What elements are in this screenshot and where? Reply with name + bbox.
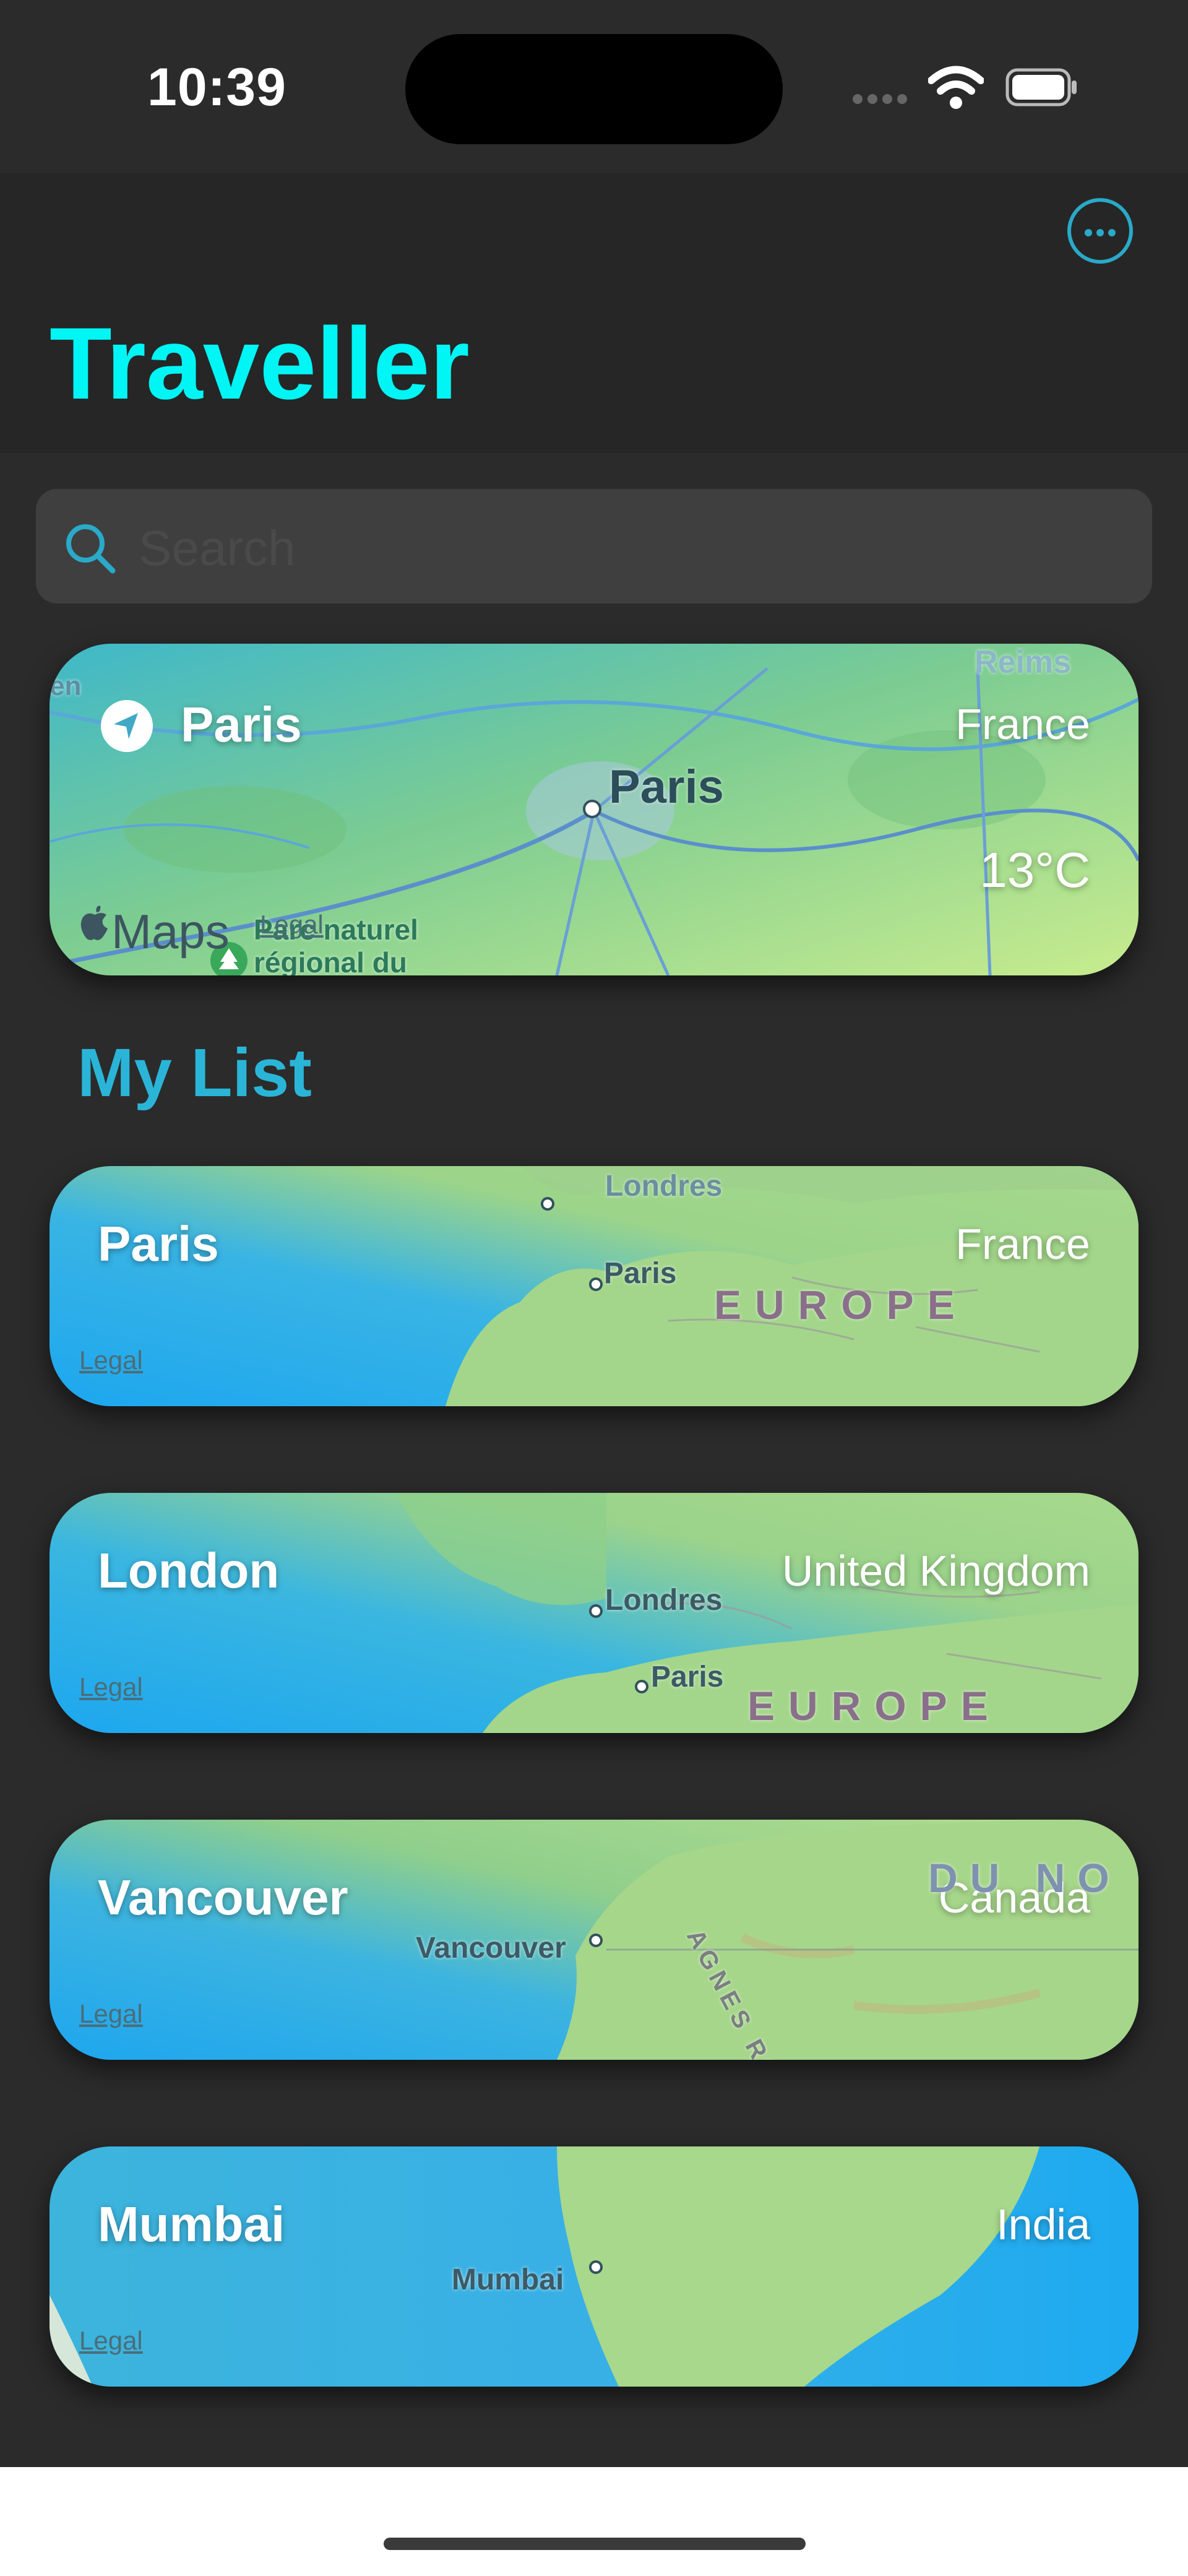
map-label: Mumbai [452,2263,564,2296]
map-pin [541,1197,554,1211]
map-label-paris: Paris [609,761,724,813]
wifi-icon [928,66,984,109]
list-item-country: France [955,1220,1090,1268]
list-item[interactable]: Vancouver Canada Vancouver DU NO AGNES R… [50,1820,1138,2060]
map-label-park-line2: régional du [254,946,407,975]
status-time: 10:39 [147,58,286,117]
cellular-signal-icon [853,94,912,107]
map-pin [583,800,601,818]
map-pin [635,1680,648,1693]
map-label: EUROPE [747,1683,1002,1729]
map-label: Vancouver [416,1932,566,1964]
list-item-country: United Kingdom [781,1547,1090,1595]
section-title-my-list: My List [77,1035,312,1111]
legal-link[interactable]: Legal [79,1672,143,1702]
list-item[interactable]: Mumbai India Mumbai Legal [50,2146,1138,2387]
more-options-button[interactable] [1067,198,1133,264]
home-indicator-area [0,2467,1188,2576]
current-location-card[interactable]: Paris France 13°C Paris Reims en Parc na… [50,644,1138,975]
map-label: Londres [605,1584,723,1617]
dynamic-island [405,34,783,144]
list-item-city: Mumbai [98,2197,285,2252]
search-icon [66,524,116,574]
map-pin [589,1934,603,1947]
list-item[interactable]: Paris France Londres Paris EUROPE Legal [50,1166,1138,1406]
page-title: Traveller [50,306,470,420]
maps-attribution: Maps [111,904,230,959]
list-item-city: Paris [98,1216,219,1271]
search-input[interactable] [137,517,1099,580]
map-pin [589,1604,603,1618]
list-item-country: India [996,2200,1090,2249]
map-label-en: en [50,671,82,701]
map-label: Paris [604,1257,677,1290]
home-indicator[interactable] [384,2538,806,2550]
location-arrow-icon [101,700,153,752]
legal-link[interactable]: Legal [260,910,324,940]
list-item[interactable]: London United Kingdom Londres Paris EURO… [50,1493,1138,1733]
map-label: Paris [651,1661,724,1693]
list-item-city: Vancouver [98,1870,348,1925]
list-item-city: London [98,1543,280,1598]
map-pin [589,2260,603,2274]
battery-icon [1005,68,1077,106]
temperature-label: 13°C [979,842,1090,897]
current-city-label: Paris [181,697,302,752]
map-label-reims: Reims [975,644,1072,680]
legal-link[interactable]: Legal [79,1999,143,2029]
legal-link[interactable]: Legal [79,2326,143,2356]
apple-logo-icon [80,905,108,940]
current-country-label: France [955,700,1090,748]
map-pin [589,1277,603,1291]
map-label: Londres [605,1170,723,1203]
legal-link[interactable]: Legal [79,1346,143,1375]
map-label: DU NO [928,1855,1122,1901]
map-label: EUROPE [714,1282,968,1328]
